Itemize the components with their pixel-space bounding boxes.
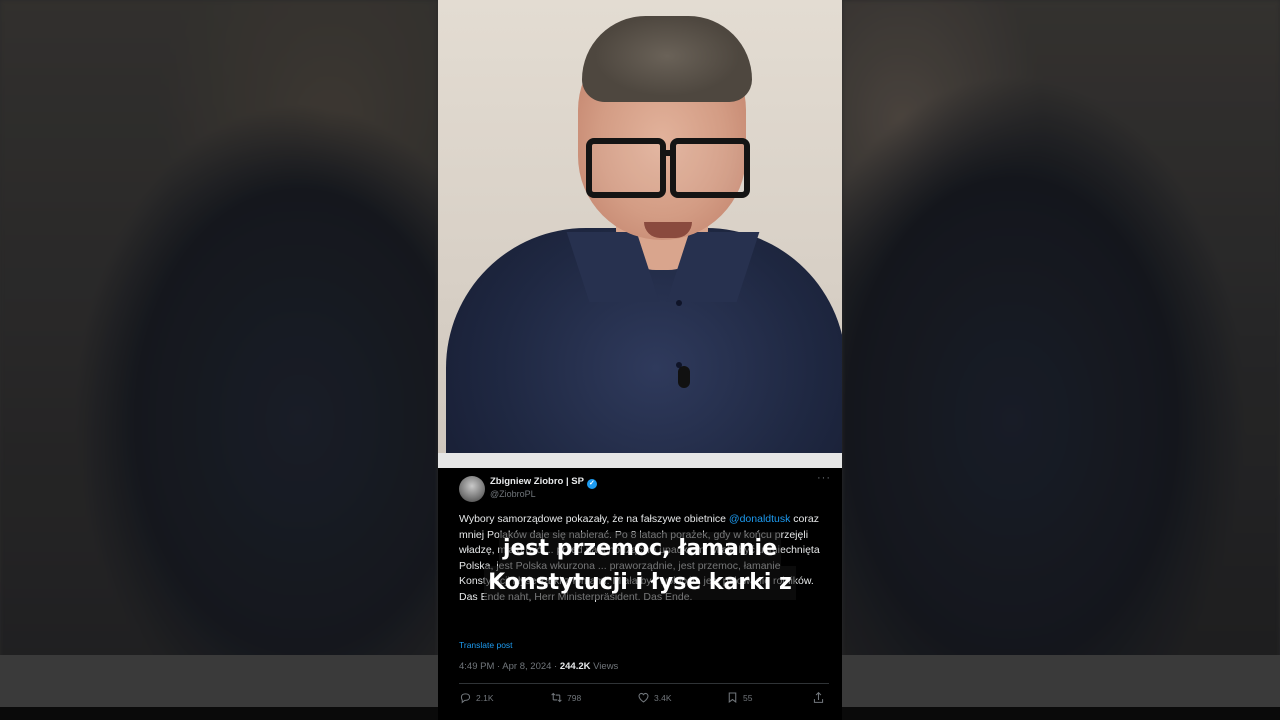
repost-button[interactable]: 798 bbox=[550, 691, 581, 704]
author-name[interactable]: Zbigniew Ziobro | SP ✓ bbox=[490, 476, 597, 489]
share-button[interactable] bbox=[812, 691, 825, 704]
mention-link[interactable]: @donaldtusk bbox=[729, 513, 790, 525]
more-icon[interactable]: ··· bbox=[817, 472, 831, 484]
author-handle[interactable]: @ZiobroPL bbox=[490, 489, 536, 499]
shirt-buttons bbox=[676, 300, 682, 424]
views-label: Views bbox=[590, 661, 619, 672]
separator bbox=[459, 683, 829, 684]
bookmark-icon bbox=[728, 692, 737, 704]
caption-line-1: jest przemoc, łamanie bbox=[498, 532, 782, 566]
blurred-background-left bbox=[0, 0, 438, 720]
caption-line-2: Konstytucji i łyse karki z bbox=[484, 566, 796, 600]
speaker-video bbox=[438, 0, 842, 453]
glasses bbox=[586, 138, 750, 198]
verified-icon: ✓ bbox=[586, 479, 597, 489]
reply-button[interactable]: 2.1K bbox=[459, 691, 494, 704]
action-bar: 2.1K 798 3.4K 55 bbox=[459, 691, 829, 709]
bookmark-button[interactable]: 55 bbox=[726, 691, 752, 704]
tweet-meta: 4:49 PM · Apr 8, 2024 · 244.2K Views bbox=[459, 661, 618, 672]
video-frame[interactable]: Zbigniew Ziobro | SP ✓ @ZiobroPL ··· Wybo… bbox=[438, 0, 842, 720]
timestamp[interactable]: 4:49 PM · Apr 8, 2024 · bbox=[459, 661, 560, 672]
video-caption: jest przemoc, łamanie Konstytucji i łyse… bbox=[438, 532, 842, 600]
avatar[interactable] bbox=[459, 476, 485, 502]
like-icon bbox=[638, 692, 649, 703]
divider bbox=[438, 453, 842, 468]
blurred-background-right bbox=[842, 0, 1280, 720]
views-count: 244.2K bbox=[559, 661, 591, 672]
lavalier-mic bbox=[678, 366, 690, 388]
like-button[interactable]: 3.4K bbox=[637, 691, 672, 704]
translate-link[interactable]: Translate post bbox=[459, 640, 513, 650]
repost-icon bbox=[551, 692, 562, 703]
share-icon bbox=[813, 691, 824, 703]
hair bbox=[582, 16, 752, 102]
reply-icon bbox=[460, 693, 471, 704]
